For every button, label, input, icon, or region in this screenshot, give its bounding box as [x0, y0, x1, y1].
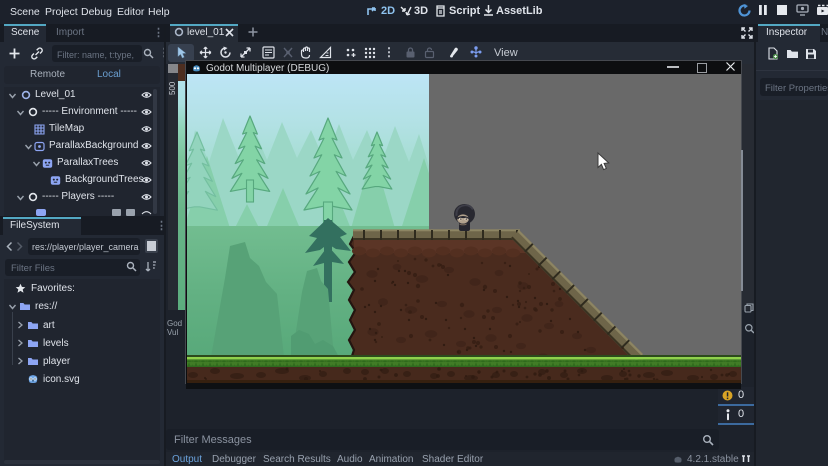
svg-text:500: 500: [168, 81, 177, 95]
